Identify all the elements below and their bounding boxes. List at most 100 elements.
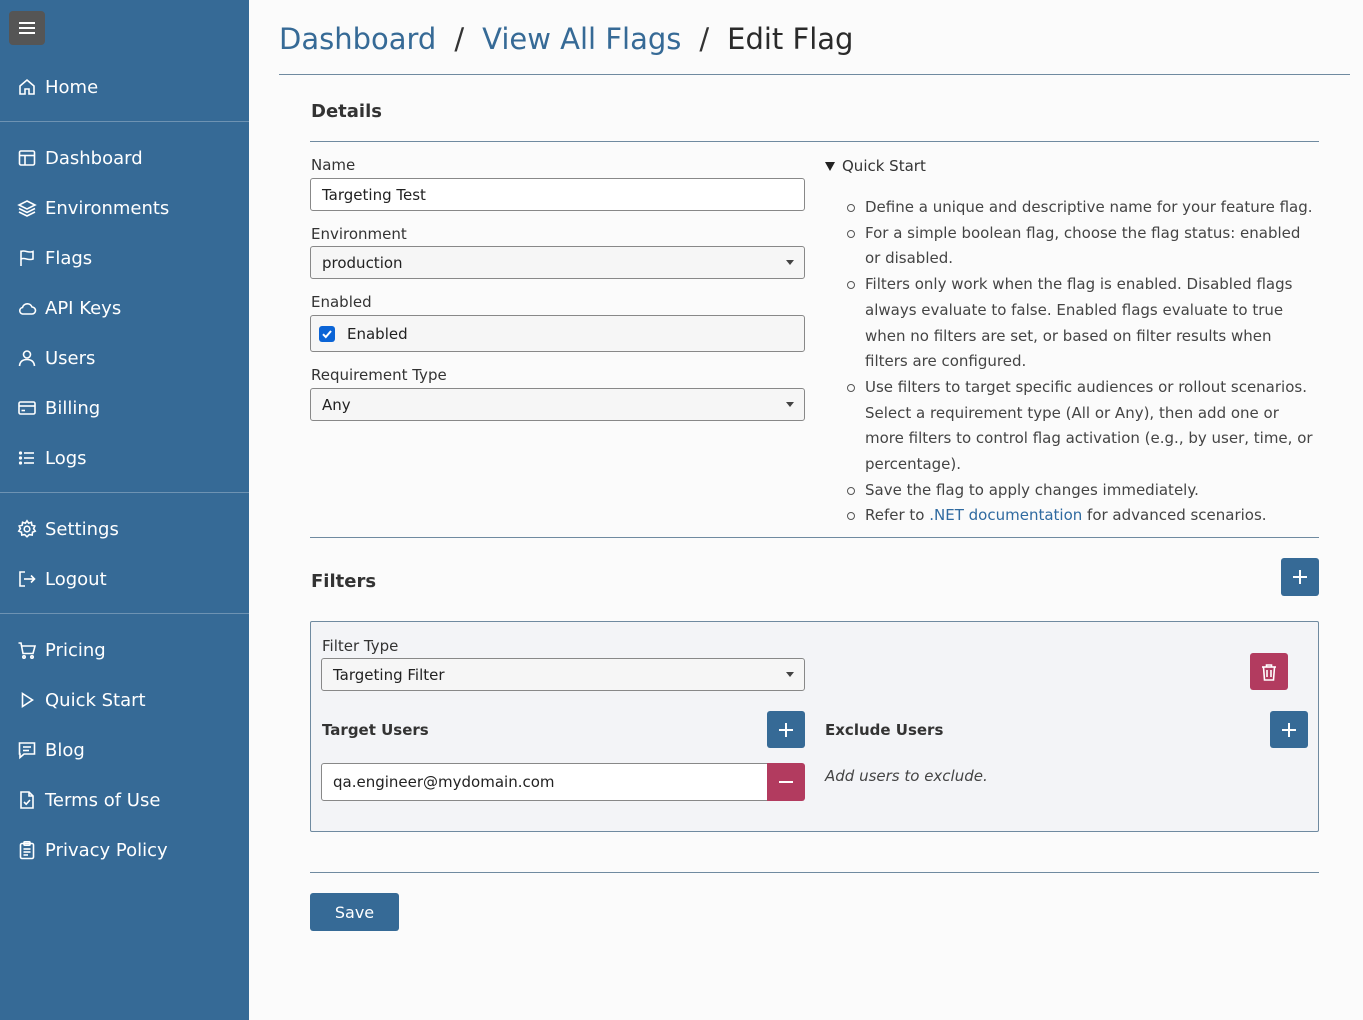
breadcrumb-view-all-flags-link[interactable]: View All Flags <box>482 22 681 56</box>
sidebar-item-label: Home <box>45 76 99 98</box>
sidebar-item-label: Privacy Policy <box>45 839 168 861</box>
chevron-down-icon <box>786 260 794 265</box>
plus-icon <box>779 722 793 737</box>
target-user-input[interactable]: qa.engineer@mydomain.com <box>321 763 768 801</box>
cart-icon <box>17 640 37 660</box>
plus-icon <box>1293 570 1307 584</box>
filter-type-value: Targeting Filter <box>333 665 445 684</box>
environment-label: Environment <box>311 225 407 243</box>
requirement-type-select[interactable]: Any <box>310 388 805 421</box>
sidebar-item-privacy-policy[interactable]: Privacy Policy <box>0 830 249 870</box>
sidebar-item-users[interactable]: Users <box>0 338 249 378</box>
sidebar-item-logs[interactable]: Logs <box>0 438 249 478</box>
enabled-toggle[interactable]: Enabled <box>310 315 805 352</box>
sidebar-item-logout[interactable]: Logout <box>0 559 249 599</box>
sidebar-item-label: Logout <box>45 568 107 590</box>
sidebar-item-label: Environments <box>45 197 170 219</box>
sidebar-item-flags[interactable]: Flags <box>0 238 249 278</box>
add-filter-button[interactable] <box>1281 558 1319 596</box>
trash-icon <box>1262 663 1276 681</box>
sidebar-item-label: Settings <box>45 518 119 540</box>
save-button[interactable]: Save <box>310 893 399 931</box>
details-bottom-divider <box>310 537 1319 538</box>
minus-icon <box>779 781 793 783</box>
disclosure-triangle-icon <box>825 161 835 171</box>
clipboard-icon <box>17 840 37 860</box>
dashboard-icon <box>17 148 37 168</box>
sidebar-item-billing[interactable]: Billing <box>0 388 249 428</box>
sidebar-item-dashboard[interactable]: Dashboard <box>0 138 249 178</box>
quick-start-toggle[interactable]: Quick Start <box>825 157 926 175</box>
breadcrumb-separator: / <box>454 22 465 56</box>
check-icon <box>322 329 332 338</box>
quick-start-item: Save the flag to apply changes immediate… <box>847 478 1317 504</box>
home-icon <box>17 77 37 97</box>
sidebar-item-label: Blog <box>45 739 85 761</box>
quick-start-item: Define a unique and descriptive name for… <box>847 195 1317 221</box>
sidebar-item-label: Quick Start <box>45 689 146 711</box>
filter-type-label: Filter Type <box>322 637 399 655</box>
environment-select[interactable]: production <box>310 246 805 279</box>
filter-card: Filter Type Targeting Filter Target User… <box>310 621 1319 832</box>
quick-start-item: Filters only work when the flag is enabl… <box>847 272 1317 375</box>
breadcrumb-dashboard-link[interactable]: Dashboard <box>279 22 436 56</box>
name-field[interactable]: Targeting Test <box>310 178 805 211</box>
sidebar-divider <box>0 492 249 493</box>
sidebar-item-terms-of-use[interactable]: Terms of Use <box>0 780 249 820</box>
remove-target-user-button[interactable] <box>767 763 805 801</box>
enabled-label: Enabled <box>311 293 372 311</box>
sidebar-item-label: Users <box>45 347 96 369</box>
requirement-type-value: Any <box>322 395 351 414</box>
sidebar-item-home[interactable]: Home <box>0 67 249 107</box>
gear-icon <box>17 519 37 539</box>
breadcrumb-separator: / <box>699 22 710 56</box>
chat-icon <box>17 740 37 760</box>
sidebar-divider <box>0 121 249 122</box>
quick-start-item: Refer to .NET documentation for advanced… <box>847 503 1317 529</box>
chevron-down-icon <box>786 402 794 407</box>
sidebar-item-label: Flags <box>45 247 93 269</box>
sidebar-item-label: API Keys <box>45 297 122 319</box>
sidebar-divider <box>0 613 249 614</box>
user-icon <box>17 348 37 368</box>
sidebar-item-environments[interactable]: Environments <box>0 188 249 228</box>
filter-type-select[interactable]: Targeting Filter <box>321 658 805 691</box>
sidebar-item-quick-start[interactable]: Quick Start <box>0 680 249 720</box>
details-divider <box>310 141 1319 142</box>
quick-start-summary: Quick Start <box>842 157 926 175</box>
filters-title: Filters <box>311 571 377 592</box>
exclude-users-empty-note: Add users to exclude. <box>825 767 988 785</box>
sidebar-item-label: Billing <box>45 397 101 419</box>
delete-filter-button[interactable] <box>1250 653 1288 690</box>
sidebar-item-api-keys[interactable]: API Keys <box>0 288 249 328</box>
sidebar-item-blog[interactable]: Blog <box>0 730 249 770</box>
cloud-icon <box>17 298 37 318</box>
quick-start-list: Define a unique and descriptive name for… <box>847 195 1317 529</box>
add-target-user-button[interactable] <box>767 711 805 748</box>
logout-icon <box>17 569 37 589</box>
enabled-checkbox[interactable] <box>319 325 335 342</box>
list-icon <box>17 448 37 468</box>
play-icon <box>17 690 37 710</box>
add-exclude-user-button[interactable] <box>1270 711 1308 748</box>
exclude-users-title: Exclude Users <box>825 721 944 739</box>
layers-icon <box>17 198 37 218</box>
page-title: Edit Flag <box>727 22 854 56</box>
details-title: Details <box>311 101 382 122</box>
quick-start-item: For a simple boolean flag, choose the fl… <box>847 221 1317 272</box>
dotnet-documentation-link[interactable]: .NET documentation <box>929 506 1082 524</box>
name-label: Name <box>311 156 356 174</box>
chevron-down-icon <box>786 672 794 677</box>
sidebar-item-pricing[interactable]: Pricing <box>0 630 249 670</box>
environment-select-value: production <box>322 253 403 272</box>
sidebar-item-settings[interactable]: Settings <box>0 509 249 549</box>
filters-bottom-divider <box>310 872 1319 873</box>
hamburger-icon[interactable] <box>9 11 45 45</box>
main-content: Dashboard / View All Flags / Edit Flag D… <box>249 0 1363 1020</box>
target-users-title: Target Users <box>322 721 429 739</box>
sidebar-item-label: Terms of Use <box>45 789 161 811</box>
quick-start-item-suffix: for advanced scenarios. <box>1082 506 1267 525</box>
requirement-type-label: Requirement Type <box>311 366 447 384</box>
header-divider <box>279 74 1350 75</box>
flag-icon <box>17 248 37 268</box>
